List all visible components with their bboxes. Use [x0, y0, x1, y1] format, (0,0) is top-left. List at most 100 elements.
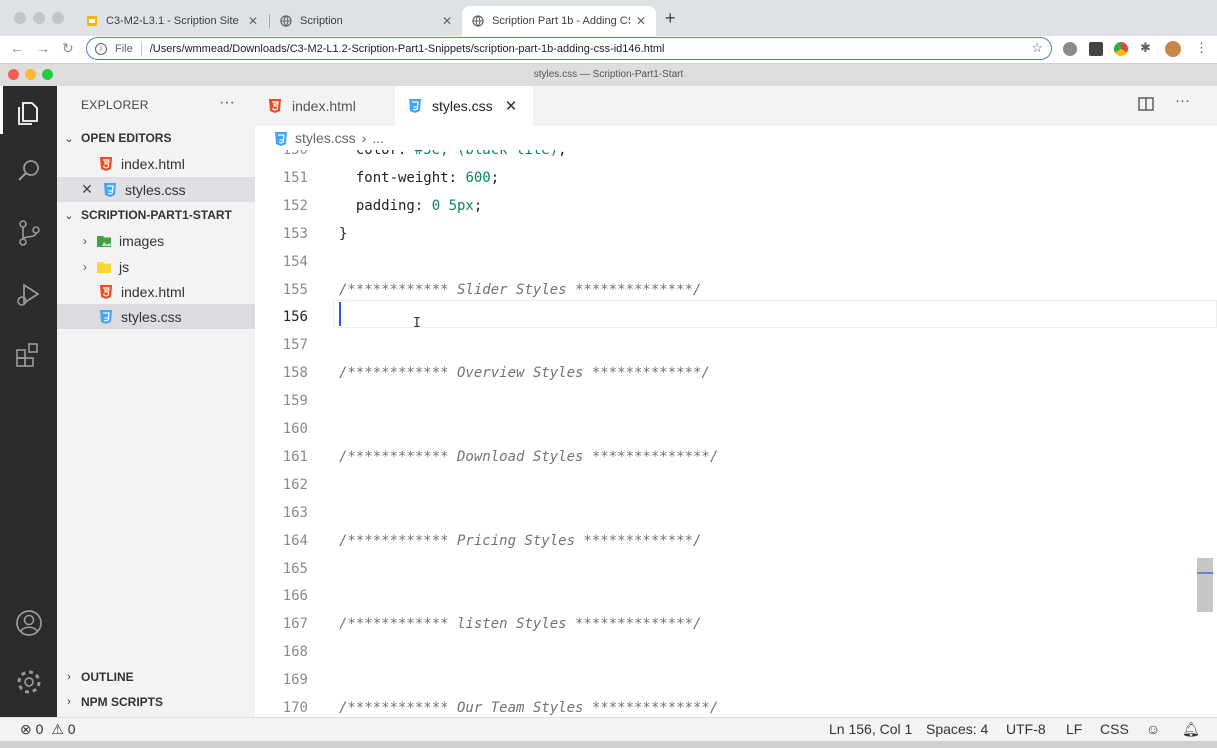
- breadcrumb-file[interactable]: styles.css: [295, 130, 356, 146]
- code-line[interactable]: 163: [255, 499, 1217, 527]
- outline-section[interactable]: › OUTLINE: [57, 665, 255, 689]
- code-line[interactable]: 169: [255, 666, 1217, 694]
- open-editor-item[interactable]: index.html: [57, 151, 255, 176]
- section-label: OUTLINE: [81, 670, 134, 684]
- editor-tab-index-html[interactable]: index.html: [255, 86, 395, 126]
- reload-icon[interactable]: ↻: [62, 40, 74, 57]
- explorer-files-icon[interactable]: [14, 98, 44, 128]
- window-zoom-button[interactable]: [52, 12, 64, 24]
- run-debug-icon[interactable]: [14, 279, 44, 309]
- close-icon[interactable]: ✕: [248, 14, 258, 28]
- window-minimize-button[interactable]: [33, 12, 45, 24]
- language-mode[interactable]: CSS: [1100, 721, 1129, 737]
- file-item-index-html[interactable]: index.html: [57, 279, 255, 304]
- code-editor[interactable]: 150 color: #5e; (black lite); 151 font-we…: [255, 150, 1217, 717]
- folder-item-js[interactable]: › js: [57, 254, 255, 279]
- info-icon[interactable]: i: [95, 42, 107, 55]
- line-number: 157: [282, 337, 308, 354]
- line-number: 164: [282, 532, 308, 549]
- editor-tab-styles-css[interactable]: styles.css ✕: [395, 86, 533, 126]
- notifications-bell-icon[interactable]: 🔔︎: [1182, 721, 1200, 738]
- activity-bar: [0, 86, 57, 717]
- browser-tab[interactable]: Scription ✕: [270, 6, 462, 36]
- code-line[interactable]: 157: [255, 331, 1217, 359]
- error-count: 0: [35, 721, 44, 737]
- code-line[interactable]: 155 /************ Slider Styles *********…: [255, 276, 1217, 304]
- code-line[interactable]: 158 /************ Overview Styles *******…: [255, 359, 1217, 387]
- code-line[interactable]: 154: [255, 248, 1217, 276]
- code-line[interactable]: 156: [255, 303, 1217, 331]
- window-close-button[interactable]: [14, 12, 26, 24]
- avatar[interactable]: [1165, 41, 1181, 57]
- url-text[interactable]: /Users/wmmead/Downloads/C3-M2-L1.2-Scrip…: [150, 43, 665, 55]
- indentation[interactable]: Spaces: 4: [926, 721, 988, 737]
- more-menu-icon[interactable]: ⋮: [1195, 40, 1208, 56]
- search-icon[interactable]: [14, 156, 44, 186]
- code-line[interactable]: 168: [255, 638, 1217, 666]
- vertical-scrollbar[interactable]: [1197, 558, 1213, 612]
- account-icon[interactable]: [14, 608, 44, 638]
- end-of-line[interactable]: LF: [1066, 721, 1082, 737]
- code-line[interactable]: 166: [255, 582, 1217, 610]
- problems-indicator[interactable]: ⊗ 0 ⚠ 0: [20, 721, 76, 738]
- code-text: /************ Pricing Styles ***********…: [339, 532, 702, 549]
- vscode-close-button[interactable]: [8, 69, 19, 80]
- code-line[interactable]: 153}: [255, 220, 1217, 248]
- code-line[interactable]: 159: [255, 387, 1217, 415]
- code-line[interactable]: 167 /************ listen Styles *********…: [255, 610, 1217, 638]
- feedback-icon[interactable]: ☺: [1146, 721, 1160, 737]
- divider: [140, 41, 142, 56]
- cursor-position[interactable]: Ln 156, Col 1: [829, 721, 912, 737]
- code-line[interactable]: 165: [255, 555, 1217, 583]
- close-icon[interactable]: ✕: [81, 181, 93, 198]
- open-editors-section[interactable]: ⌄ OPEN EDITORS: [57, 126, 255, 150]
- code-line[interactable]: 164 /************ Pricing Styles ********…: [255, 527, 1217, 555]
- vscode-minimize-button[interactable]: [25, 69, 36, 80]
- vscode-zoom-button[interactable]: [42, 69, 53, 80]
- gear-icon[interactable]: [14, 667, 44, 697]
- browser-tab[interactable]: C3-M2-L3.1 - Scription Site - ✕: [76, 6, 268, 36]
- file-item-styles-css[interactable]: styles.css: [57, 304, 255, 329]
- line-number: 163: [282, 504, 308, 521]
- code-line[interactable]: 152 padding: 0 5px;: [255, 192, 1217, 220]
- browser-tab-active[interactable]: Scription Part 1b - Adding CSS ✕: [462, 6, 656, 36]
- close-icon[interactable]: ✕: [636, 14, 646, 28]
- open-editor-item-active[interactable]: ✕ styles.css: [57, 177, 255, 202]
- folder-name: js: [119, 258, 130, 275]
- text-cursor: [339, 302, 341, 326]
- address-bar[interactable]: i File /Users/wmmead/Downloads/C3-M2-L1.…: [86, 37, 1052, 60]
- css3-file-icon: [409, 99, 423, 113]
- code-line[interactable]: 162: [255, 471, 1217, 499]
- more-actions-icon[interactable]: ···: [219, 94, 235, 112]
- close-icon[interactable]: ✕: [442, 14, 452, 28]
- chrome-icon[interactable]: [1114, 42, 1128, 56]
- close-icon[interactable]: ✕: [505, 97, 518, 115]
- extension-icon[interactable]: [1063, 42, 1077, 56]
- bookmark-star-icon[interactable]: ☆: [1031, 40, 1043, 56]
- source-control-icon[interactable]: [14, 218, 44, 248]
- code-line[interactable]: 151 font-weight: 600;: [255, 164, 1217, 192]
- line-number: 159: [282, 393, 308, 410]
- html5-file-icon: [269, 99, 283, 113]
- forward-arrow-icon[interactable]: →: [36, 40, 50, 56]
- back-arrow-icon[interactable]: ←: [10, 40, 24, 56]
- project-folder-section[interactable]: ⌄ SCRIPTION-PART1-START: [57, 203, 255, 227]
- chevron-right-icon: ›: [67, 671, 71, 683]
- line-number: 161: [282, 448, 308, 465]
- new-tab-button[interactable]: +: [665, 8, 676, 29]
- folder-item-images[interactable]: › images: [57, 228, 255, 253]
- code-line[interactable]: 161 /************ Download Styles *******…: [255, 443, 1217, 471]
- explorer-sidebar: EXPLORER ··· ⌄ OPEN EDITORS index.html ✕…: [57, 86, 255, 717]
- npm-scripts-section[interactable]: › NPM SCRIPTS: [57, 690, 255, 714]
- split-editor-icon[interactable]: [1138, 96, 1154, 116]
- encoding[interactable]: UTF-8: [1006, 721, 1046, 737]
- more-actions-icon[interactable]: ···: [1175, 92, 1190, 109]
- extensions-icon[interactable]: [14, 339, 44, 369]
- code-line[interactable]: 150 color: #5e; (black lite);: [255, 150, 1217, 164]
- breadcrumb-symbol[interactable]: ...: [372, 130, 384, 146]
- notion-icon[interactable]: [1089, 42, 1103, 56]
- puzzle-extensions-icon[interactable]: ✱: [1140, 40, 1151, 56]
- code-line[interactable]: 160: [255, 415, 1217, 443]
- css3-file-icon: [99, 309, 113, 324]
- code-line[interactable]: 170 /************ Our Team Styles *******…: [255, 694, 1217, 717]
